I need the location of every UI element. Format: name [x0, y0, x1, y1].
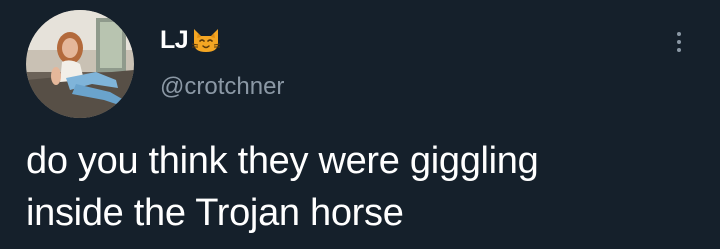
avatar[interactable]: [26, 10, 134, 118]
more-vertical-icon-dot: [677, 48, 681, 52]
profile-photo: [26, 10, 134, 118]
tweet-text-line: inside the Trojan horse: [26, 192, 404, 234]
more-vertical-icon-dot: [677, 40, 681, 44]
user-handle[interactable]: @crotchner: [160, 73, 284, 101]
tweet-card: LJ @crotchner do you think they were gig…: [0, 0, 720, 249]
tweet-text: do you think they were giggling inside t…: [26, 135, 706, 239]
more-vertical-icon: [677, 32, 681, 36]
cat-face-icon: [191, 27, 221, 53]
display-name-text: LJ: [160, 26, 189, 54]
more-options-button[interactable]: [664, 22, 694, 62]
display-name[interactable]: LJ: [160, 26, 221, 54]
tweet-text-line: do you think they were giggling: [26, 140, 539, 182]
